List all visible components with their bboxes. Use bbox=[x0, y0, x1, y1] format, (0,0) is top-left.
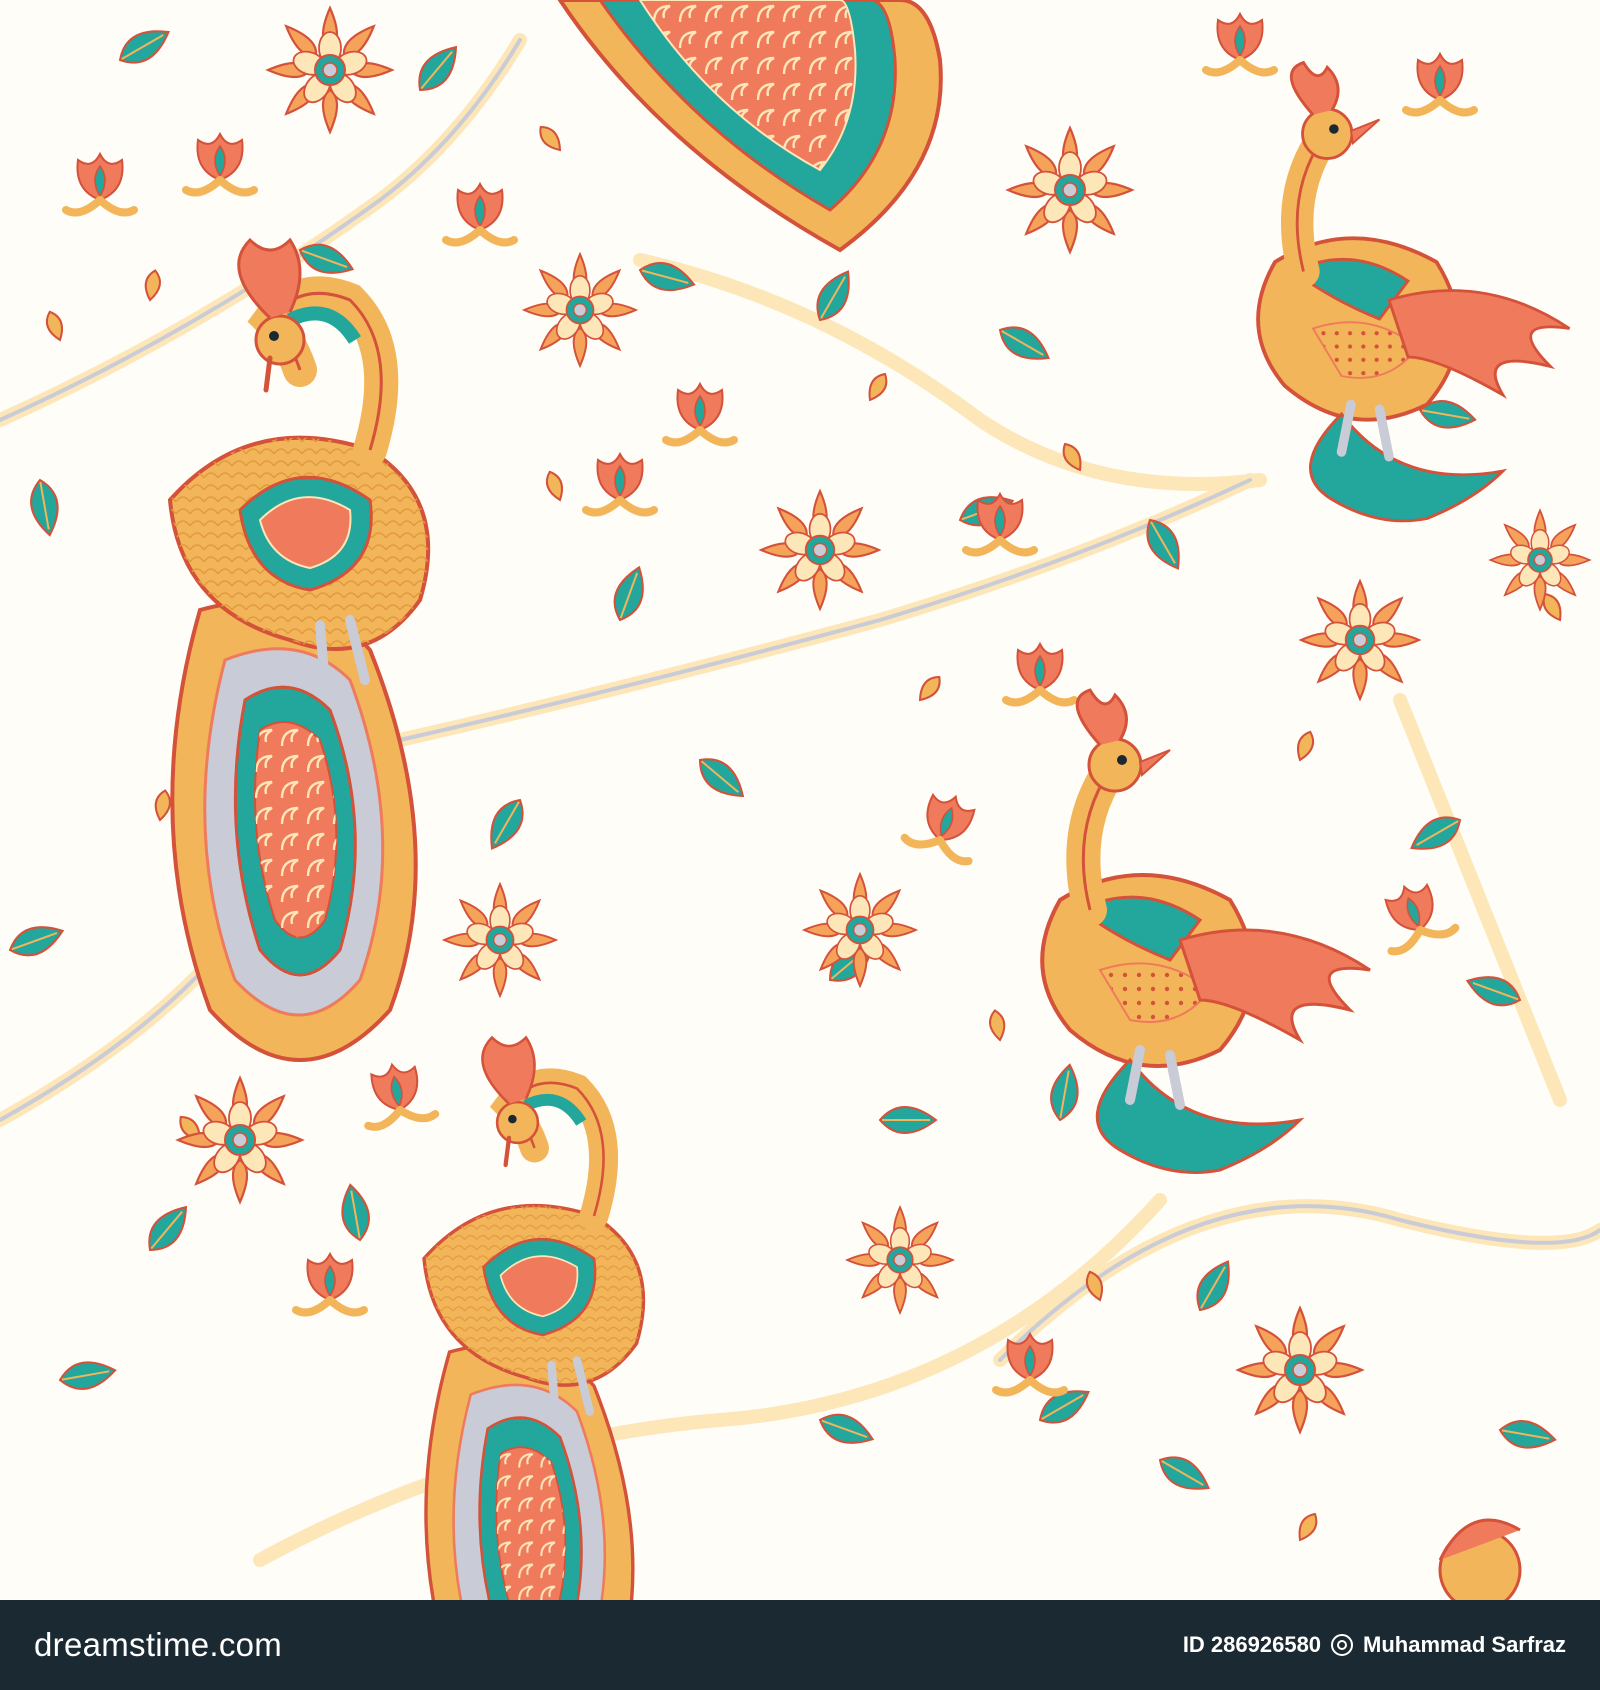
firebird-right bbox=[1042, 690, 1370, 1173]
paisley-motif bbox=[557, 0, 943, 253]
stock-image-page: dreamstime.com ID 286926580 Muhammad Sar… bbox=[0, 0, 1600, 1690]
brand-name: dreamstime.com bbox=[34, 1626, 283, 1663]
author-name[interactable]: Muhammad Sarfraz bbox=[1363, 1632, 1566, 1658]
copyright-icon bbox=[1331, 1634, 1354, 1656]
firebird-top-right bbox=[1258, 62, 1569, 520]
pattern-canvas bbox=[0, 0, 1600, 1600]
peacock-corner bbox=[1438, 1518, 1522, 1600]
stock-footer-bar: dreamstime.com ID 286926580 Muhammad Sar… bbox=[0, 1600, 1600, 1690]
image-id: ID 286926580 bbox=[1182, 1632, 1322, 1657]
image-credit: ID 286926580 Muhammad Sarfraz bbox=[1183, 1632, 1566, 1658]
kalamkari-pattern-artwork bbox=[0, 0, 1600, 1600]
peacock-bottom bbox=[424, 1038, 643, 1601]
dreamstime-logo[interactable]: dreamstime.com bbox=[34, 1626, 282, 1664]
peacock-left bbox=[170, 240, 428, 1060]
